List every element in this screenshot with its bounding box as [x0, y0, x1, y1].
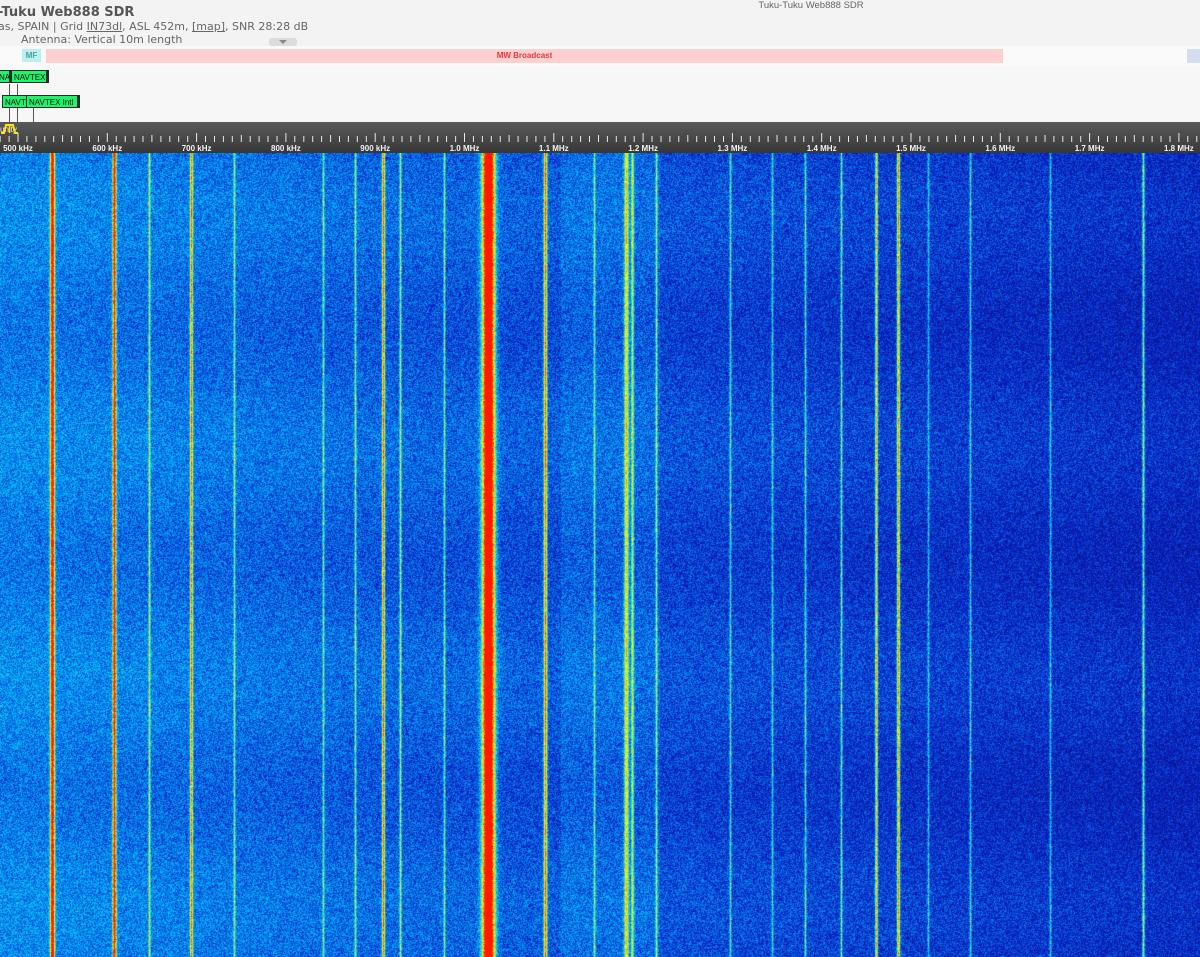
scale-ticks: 500 kHz 600 kHz 700 kHz 800 kHz 900 kHz 1.0 M… [0, 133, 1198, 153]
band-mf[interactable]: MF [22, 49, 41, 62]
label-stem [33, 108, 34, 122]
frequency-scale[interactable]: 500 kHz 600 kHz 700 kHz 800 kHz 900 kHz 1.0 M… [0, 122, 1200, 153]
grid-link[interactable]: IN73dl [87, 20, 123, 33]
top-bar: Tuku-Tuku Web888 SDR -Tuku Web888 SDR as… [0, 0, 1200, 47]
scale-tick-label: 1.7 MHz [1075, 144, 1105, 153]
dx-labels-area: NAVTEX NAVTEX NAVTEX NAVTEX Intl [0, 66, 1200, 122]
scale-tick-label: 1.6 MHz [985, 144, 1015, 153]
band-mw-broadcast[interactable]: MW Broadcast [46, 49, 1003, 63]
waterfall-display[interactable] [0, 153, 1200, 957]
scale-tick-label: 500 kHz [3, 144, 33, 153]
scale-tick-label: 1.2 MHz [628, 144, 658, 153]
scale-tick-label: 1.0 MHz [450, 144, 480, 153]
band-next[interactable] [1187, 49, 1200, 63]
station-info: as, SPAIN | Grid IN73dl, ASL 452m, [map]… [0, 20, 308, 33]
station-title: -Tuku Web888 SDR [0, 5, 135, 20]
antenna-info: Antenna: Vertical 10m length [21, 33, 183, 46]
scale-tick-label: 900 kHz [360, 144, 390, 153]
collapse-header-button[interactable] [269, 38, 297, 46]
scale-tick-label: 1.5 MHz [896, 144, 926, 153]
map-link[interactable]: [map] [192, 20, 225, 33]
scale-tick-label: 800 kHz [271, 144, 301, 153]
dx-label-navtex-intl[interactable]: NAVTEX Intl [26, 95, 80, 108]
band-bar: MF MW Broadcast [0, 46, 1200, 66]
scale-tick-label: 1.1 MHz [539, 144, 569, 153]
passband-marker-icon[interactable] [0, 122, 19, 134]
scale-tick-label: 1.8 MHz [1164, 144, 1194, 153]
scale-tick-label: 1.4 MHz [807, 144, 837, 153]
asl-text: , ASL 452m, [122, 20, 193, 33]
scale-tick-label: 1.3 MHz [718, 144, 748, 153]
scale-tick-label: 600 kHz [92, 144, 122, 153]
location-text: as, SPAIN | Grid [0, 20, 87, 33]
dx-label-navtex[interactable]: NAVTEX [11, 70, 49, 83]
snr-text: , SNR 28:28 dB [225, 20, 309, 33]
scale-tick-label: 700 kHz [182, 144, 212, 153]
window-title: Tuku-Tuku Web888 SDR [758, 0, 864, 11]
